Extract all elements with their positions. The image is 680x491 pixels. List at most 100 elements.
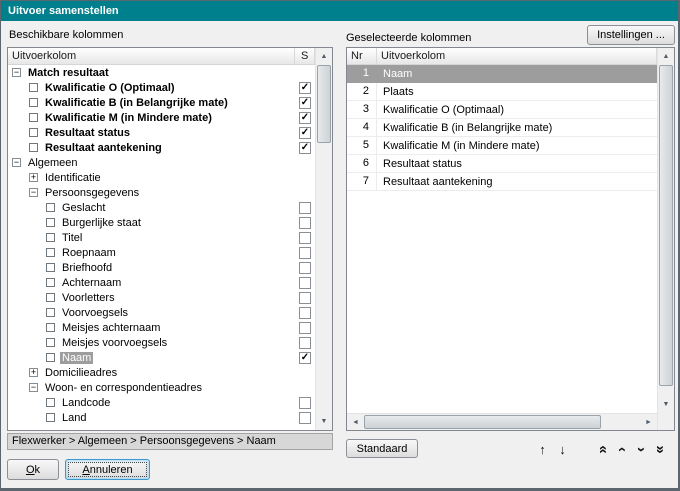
tree-item[interactable]: Voorletters [8, 290, 315, 305]
checkbox[interactable] [299, 322, 311, 334]
table-row[interactable]: 4Kwalificatie B (in Belangrijke mate) [347, 119, 657, 137]
move-up-button[interactable]: ↑ [534, 441, 551, 458]
tree-item[interactable]: Kwalificatie O (Optimaal)✓ [8, 80, 315, 95]
column-icon [46, 338, 55, 347]
checkbox[interactable]: ✓ [299, 82, 311, 94]
tree-item[interactable]: Titel [8, 230, 315, 245]
tree-item[interactable]: Kwalificatie M (in Mindere mate) ✓ [8, 110, 315, 125]
collapse-icon[interactable]: − [29, 383, 38, 392]
checkbox[interactable]: ✓ [299, 112, 311, 124]
tree-item[interactable]: Geslacht [8, 200, 315, 215]
table-row[interactable]: 3Kwalificatie O (Optimaal) [347, 101, 657, 119]
tree-header-uitvoerkolom[interactable]: Uitvoerkolom [8, 48, 295, 64]
scroll-thumb[interactable] [364, 415, 601, 429]
table-row[interactable]: 1Naam [347, 65, 657, 83]
move-down-button[interactable]: ↓ [554, 441, 571, 458]
table-horizontal-scrollbar[interactable]: ◄ ► [347, 413, 657, 430]
checkbox[interactable]: ✓ [299, 127, 311, 139]
tree-item[interactable]: Meisjes voorvoegsels [8, 335, 315, 350]
tree-item-label: Meisjes achternaam [60, 322, 162, 334]
scroll-down-button[interactable]: ▼ [316, 413, 332, 430]
tree-item[interactable]: Briefhoofd [8, 260, 315, 275]
s-column-cell [295, 412, 315, 424]
checkbox[interactable] [299, 217, 311, 229]
scroll-thumb[interactable] [659, 65, 673, 386]
scroll-up-button[interactable]: ▲ [658, 48, 674, 65]
tree-item-label: Kwalificatie M (in Mindere mate) [43, 112, 214, 124]
tree-item-label: Voorletters [60, 292, 117, 304]
tree-item[interactable]: −Algemeen [8, 155, 315, 170]
table-header-nr[interactable]: Nr [347, 48, 377, 64]
checkbox[interactable]: ✓ [299, 142, 311, 154]
move-one-up-button[interactable]: ‹ [614, 441, 631, 458]
column-icon [46, 218, 55, 227]
checkbox[interactable] [299, 247, 311, 259]
tree-item[interactable]: Landcode [8, 395, 315, 410]
move-to-top-button[interactable]: « [595, 441, 612, 458]
tree-vertical-scrollbar[interactable]: ▲ ▼ [315, 48, 332, 430]
tree-item[interactable]: Meisjes achternaam [8, 320, 315, 335]
checkbox[interactable] [299, 262, 311, 274]
table-row[interactable]: 6Resultaat status [347, 155, 657, 173]
checkbox[interactable] [299, 337, 311, 349]
tree-item[interactable]: Achternaam [8, 275, 315, 290]
table-row[interactable]: 2Plaats [347, 83, 657, 101]
column-icon [29, 113, 38, 122]
ok-button[interactable]: Ok [7, 459, 59, 480]
tree-item-label: Roepnaam [60, 247, 118, 259]
tree-item[interactable]: Voorvoegsels [8, 305, 315, 320]
scroll-track[interactable] [364, 414, 640, 430]
checkbox[interactable] [299, 307, 311, 319]
table-header-uitvoerkolom[interactable]: Uitvoerkolom [377, 48, 657, 64]
move-to-bottom-button[interactable]: » [652, 441, 669, 458]
table-header: Nr Uitvoerkolom [347, 48, 657, 65]
checkbox[interactable] [299, 397, 311, 409]
instellingen-button[interactable]: Instellingen ... [587, 25, 675, 45]
checkbox[interactable]: ✓ [299, 97, 311, 109]
tree-item[interactable]: Resultaat status✓ [8, 125, 315, 140]
expand-icon[interactable]: + [29, 368, 38, 377]
tree-item[interactable]: +Domicilieadres [8, 365, 315, 380]
checkbox[interactable] [299, 277, 311, 289]
checkbox[interactable] [299, 202, 311, 214]
tree-item[interactable]: −Woon- en correspondentieadres [8, 380, 315, 395]
annuleren-button[interactable]: Annuleren [65, 459, 150, 480]
checkbox[interactable] [299, 232, 311, 244]
collapse-icon[interactable]: − [12, 158, 21, 167]
tree-item[interactable]: Roepnaam [8, 245, 315, 260]
scroll-down-button[interactable]: ▼ [658, 396, 674, 413]
scroll-right-button[interactable]: ► [640, 414, 657, 430]
scroll-track[interactable] [316, 65, 332, 413]
s-column-cell [295, 247, 315, 259]
table-row[interactable]: 5Kwalificatie M (in Mindere mate) [347, 137, 657, 155]
scroll-track[interactable] [658, 65, 674, 396]
tree-item[interactable]: Burgerlijke staat [8, 215, 315, 230]
column-icon [29, 143, 38, 152]
scroll-left-button[interactable]: ◄ [347, 414, 364, 430]
tree-header-s[interactable]: S [295, 48, 315, 64]
tree-item-label: Kwalificatie B (in Belangrijke mate) [43, 97, 230, 109]
row-label: Resultaat aantekening [377, 176, 657, 188]
tree-item[interactable]: Kwalificatie B (in Belangrijke mate) ✓ [8, 95, 315, 110]
tree-item[interactable]: +Identificatie [8, 170, 315, 185]
tree-item[interactable]: −Persoonsgegevens [8, 185, 315, 200]
annuleren-button-label: nnuleren [90, 464, 133, 476]
column-icon [29, 83, 38, 92]
checkbox[interactable]: ✓ [299, 352, 311, 364]
checkbox[interactable] [299, 292, 311, 304]
standaard-button[interactable]: Standaard [346, 439, 418, 458]
tree-item[interactable]: Resultaat aantekening✓ [8, 140, 315, 155]
table-row[interactable]: 7Resultaat aantekening [347, 173, 657, 191]
scroll-up-button[interactable]: ▲ [316, 48, 332, 65]
scroll-thumb[interactable] [317, 65, 331, 143]
checkbox[interactable] [299, 412, 311, 424]
move-one-down-button[interactable]: › [633, 441, 650, 458]
tree-item[interactable]: Land [8, 410, 315, 425]
collapse-icon[interactable]: − [29, 188, 38, 197]
table-vertical-scrollbar[interactable]: ▲ ▼ [657, 48, 674, 430]
tree-item[interactable]: Naam✓ [8, 350, 315, 365]
tree-item[interactable]: −Match resultaat [8, 65, 315, 80]
collapse-icon[interactable]: − [12, 68, 21, 77]
move-buttons: ↑ ↓ [534, 441, 571, 458]
expand-icon[interactable]: + [29, 173, 38, 182]
